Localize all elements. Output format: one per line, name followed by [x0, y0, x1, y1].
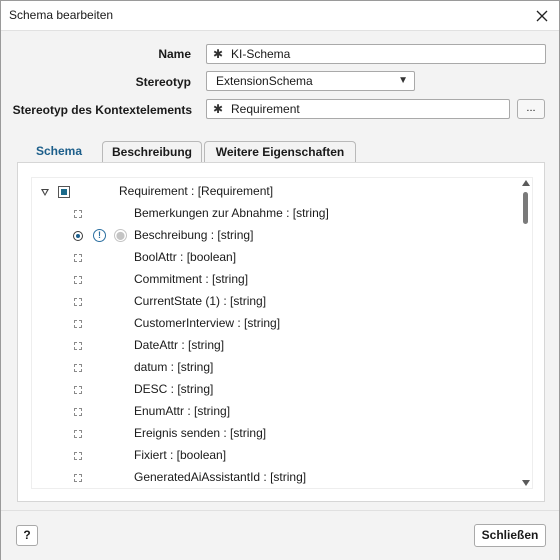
vertical-scrollbar[interactable]: [521, 178, 531, 488]
context-field[interactable]: ✱ Requirement: [206, 99, 510, 119]
title-bar: Schema bearbeiten: [1, 1, 559, 31]
checkbox[interactable]: [74, 408, 82, 416]
tree-row[interactable]: Commitment : [string]: [32, 269, 522, 291]
tree-item-label: CurrentState (1) : [string]: [134, 294, 267, 308]
tree-row[interactable]: datum : [string]: [32, 357, 522, 379]
dropdown-arrow-icon: ▼: [398, 75, 408, 86]
stereotype-value: ExtensionSchema: [216, 74, 313, 88]
checkbox[interactable]: [74, 474, 82, 482]
tree-row[interactable]: EnumAttr : [string]: [32, 401, 522, 423]
checkbox[interactable]: [74, 364, 82, 372]
tree-item-label: CustomerInterview : [string]: [134, 316, 281, 330]
close-button[interactable]: Schließen: [474, 524, 546, 547]
tree-item-label: EnumAttr : [string]: [134, 404, 231, 418]
tree-item-label: Commitment : [string]: [134, 272, 249, 286]
dialog-window: Schema bearbeiten Name ✱ KI-Schema Stere…: [0, 0, 560, 560]
window-title: Schema bearbeiten: [9, 8, 114, 22]
tree-item-label: Fixiert : [boolean]: [134, 448, 227, 462]
info-icon[interactable]: !: [93, 229, 106, 242]
tree-item-label: DESC : [string]: [134, 382, 214, 396]
stereotype-label: Stereotyp: [135, 75, 191, 89]
schema-tree[interactable]: Requirement : [Requirement] Bemerkungen …: [31, 177, 533, 489]
required-marker: ✱: [213, 47, 224, 61]
tree-row[interactable]: CurrentState (1) : [string]: [32, 291, 522, 313]
context-value: Requirement: [231, 102, 300, 116]
selected-radio[interactable]: [73, 231, 83, 241]
tree-item-label: datum : [string]: [134, 360, 214, 374]
stereotype-select[interactable]: ExtensionSchema ▼: [206, 71, 415, 91]
tree-row[interactable]: CustomerInterview : [string]: [32, 313, 522, 335]
tree-row[interactable]: ! ⬤ Beschreibung : [string]: [32, 225, 522, 247]
tree-item-label: BoolAttr : [boolean]: [134, 250, 237, 264]
checkbox[interactable]: [74, 386, 82, 394]
context-label: Stereotyp des Kontextelements: [12, 103, 192, 117]
name-label: Name: [158, 47, 191, 61]
tab-schema[interactable]: Schema: [17, 141, 101, 162]
browse-button[interactable]: ...: [517, 99, 545, 119]
lock-icon: ⬤: [114, 229, 127, 242]
tree-item-label: DateAttr : [string]: [134, 338, 225, 352]
root-checkbox[interactable]: [58, 186, 70, 198]
tree-row[interactable]: DESC : [string]: [32, 379, 522, 401]
tab-beschreibung[interactable]: Beschreibung: [102, 141, 202, 162]
tree-row[interactable]: DateAttr : [string]: [32, 335, 522, 357]
checkbox[interactable]: [74, 342, 82, 350]
help-button[interactable]: ?: [16, 525, 38, 546]
checkbox[interactable]: [74, 254, 82, 262]
name-value: KI-Schema: [231, 47, 291, 61]
tree-root-row[interactable]: Requirement : [Requirement]: [32, 181, 522, 203]
tree-row[interactable]: Ereignis senden : [string]: [32, 423, 522, 445]
tree-item-label: Beschreibung : [string]: [134, 228, 254, 242]
scroll-up-icon[interactable]: [522, 180, 530, 186]
required-marker: ✱: [213, 102, 224, 116]
scroll-thumb[interactable]: [523, 192, 528, 224]
tab-panel-schema: Requirement : [Requirement] Bemerkungen …: [17, 162, 545, 502]
tree-row[interactable]: BoolAttr : [boolean]: [32, 247, 522, 269]
checkbox[interactable]: [74, 298, 82, 306]
tree-row[interactable]: Bemerkungen zur Abnahme : [string]: [32, 203, 522, 225]
tree-item-label: GeneratedAiAssistantId : [string]: [134, 470, 307, 484]
checkbox[interactable]: [74, 430, 82, 438]
checkbox[interactable]: [74, 320, 82, 328]
tree-root-label: Requirement : [Requirement]: [119, 184, 274, 198]
checkbox[interactable]: [74, 276, 82, 284]
tree-row[interactable]: GeneratedAiAssistantId : [string]: [32, 467, 522, 488]
tree-item-label: Bemerkungen zur Abnahme : [string]: [134, 206, 329, 220]
checkbox[interactable]: [74, 210, 82, 218]
tree-item-label: Ereignis senden : [string]: [134, 426, 267, 440]
tree-row[interactable]: Fixiert : [boolean]: [32, 445, 522, 467]
name-field[interactable]: ✱ KI-Schema: [206, 44, 546, 64]
expand-triangle-icon[interactable]: [41, 189, 49, 196]
close-icon[interactable]: [525, 1, 559, 30]
scroll-down-icon[interactable]: [522, 480, 530, 486]
tab-weitere-eigenschaften[interactable]: Weitere Eigenschaften: [204, 141, 356, 162]
checkbox[interactable]: [74, 452, 82, 460]
